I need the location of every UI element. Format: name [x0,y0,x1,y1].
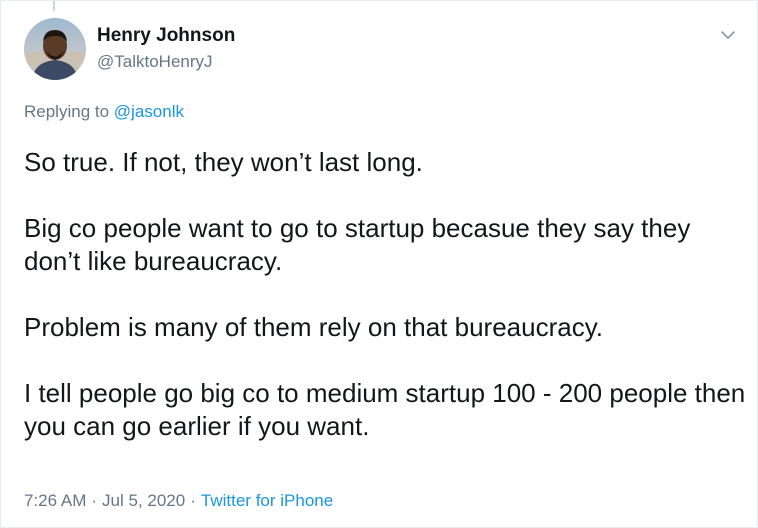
tweet-date[interactable]: Jul 5, 2020 [102,491,185,510]
replying-to-line: Replying to @jasonlk [24,102,184,122]
tweet-time[interactable]: 7:26 AM [24,491,86,510]
meta-separator: · [91,491,98,510]
tweet-paragraph: Big co people want to go to startup beca… [24,213,691,276]
replying-to-label: Replying to [24,102,110,121]
tweet-paragraph: So true. If not, they won’t last long. [24,147,423,177]
reply-mention-link[interactable]: @jasonlk [114,102,184,121]
author-handle[interactable]: @TalktoHenryJ [97,52,213,72]
tweet-source-link[interactable]: Twitter for iPhone [201,491,333,510]
avatar[interactable] [24,18,86,80]
chevron-down-icon[interactable] [720,28,736,40]
author-name[interactable]: Henry Johnson [97,25,235,47]
tweet-meta: 7:26 AM · Jul 5, 2020 · Twitter for iPhone [24,491,333,511]
meta-separator: · [190,491,196,510]
tweet-paragraph: Problem is many of them rely on that bur… [24,312,603,342]
tweet-paragraph: I tell people go big co to medium startu… [24,378,746,441]
tweet-card: Henry Johnson @TalktoHenryJ Replying to … [0,0,758,528]
thread-connector-line [53,1,55,11]
tweet-text: So true. If not, they won’t last long. B… [24,146,749,476]
